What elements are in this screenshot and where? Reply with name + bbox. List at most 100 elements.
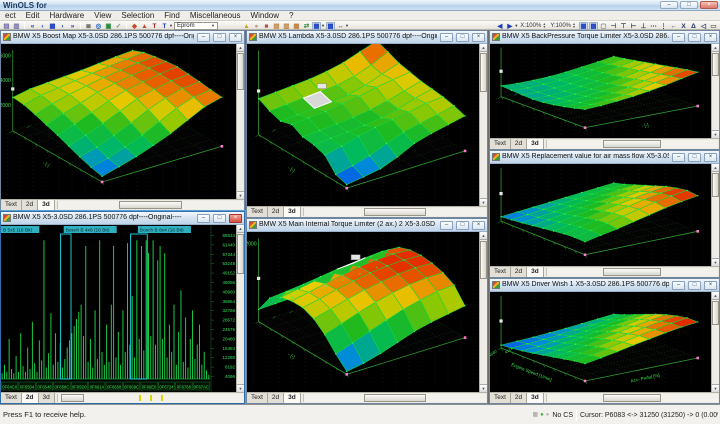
play-back-icon[interactable]: ◁ [699,22,708,30]
boost-map-surface-plot[interactable]: 6000 4000 2000 - [-] [1,44,236,199]
window-titlebar[interactable]: BMW X5 Replacement value for air mass fl… [490,151,719,164]
nav-first-version-icon[interactable]: « [28,22,37,30]
window-titlebar[interactable]: BMW X5 Lambda X5-3.0SD 286.1PS 500776 dp… [247,31,487,44]
menu-item-edit[interactable]: Edit [21,11,45,20]
menu-item-miscellaneous[interactable]: Miscellaneous [185,11,246,20]
nav-last-version-icon[interactable]: » [68,22,77,30]
tab-3d[interactable]: 3d [527,267,544,277]
window-titlebar[interactable]: BMW X5 Driver Wish 1 X5-3.0SD 286.1PS 50… [490,279,719,292]
tab-2d[interactable]: 2d [267,393,285,403]
close-button[interactable]: × [229,32,242,42]
tab-text[interactable]: Text [247,207,268,217]
scrollbar-thumb[interactable] [363,394,426,402]
grid-3d-view-icon[interactable]: ▩ [589,21,598,30]
menu-item-find[interactable]: Find [159,11,185,20]
maximize-button[interactable]: □ [213,213,226,223]
scroll-up-icon[interactable]: ▲ [480,232,487,240]
open-map-icon[interactable]: ◆ [130,22,139,30]
scrollbar-thumb[interactable] [237,234,244,275]
tab-text[interactable]: Text [247,393,268,403]
menu-item-selection[interactable]: Selection [116,11,159,20]
map-list-icon[interactable]: ≣ [84,22,93,30]
scroll-up-icon[interactable]: ▲ [480,44,487,52]
close-button[interactable]: × [700,1,718,9]
menu-item-project[interactable]: ect [0,11,21,20]
map-region-labels[interactable]: B 5x5 (16 Bit) Bosch B 4x6 (16 Bit) Bosch … [1,226,191,234]
horizontal-scrollbar[interactable] [545,268,718,276]
hexdump-window-icon[interactable]: ▤ [2,22,11,30]
tab-text[interactable]: Text [490,139,511,149]
text-mode-icon[interactable]: T [150,22,159,30]
scroll-down-icon[interactable]: ▼ [237,191,244,199]
eprom-selector[interactable]: Eprom ▼ [173,21,218,30]
scroll-up-icon[interactable]: ▲ [712,164,719,172]
scrollbar-thumb[interactable] [712,301,719,325]
tab-3d[interactable]: 3d [527,139,544,149]
vertical-scrollbar[interactable]: ▲ ▼ [236,225,244,392]
vertical-scrollbar[interactable]: ▲ ▼ [479,44,487,206]
next-map-icon[interactable]: ▶ [505,22,514,30]
vertical-scrollbar[interactable]: ▲ ▼ [711,164,719,266]
scrollbar-thumb[interactable] [480,241,487,280]
menu-item-hardware[interactable]: Hardware [44,11,89,20]
backpressure-limiter-surface-plot[interactable]: - [-] [490,44,711,138]
tab-2d[interactable]: 2d [510,139,528,149]
tab-3d[interactable]: 3d [527,393,544,403]
window-titlebar[interactable]: BMW X5 BackPressure Torque Limiter X5-3.… [490,31,719,44]
horizontal-scrollbar[interactable] [56,201,243,209]
tab-3d[interactable]: 3d [38,200,55,210]
spinner-icon[interactable]: ▲ ▼ [571,22,577,29]
minimize-button[interactable]: – [440,220,453,230]
vertical-scrollbar[interactable]: ▲ ▼ [479,232,487,392]
horizontal-scrollbar[interactable] [302,394,486,402]
align-left-icon[interactable]: ⊣ [609,22,618,30]
sync-connect-icon[interactable]: ⇄ [302,22,311,30]
distribute-v-icon[interactable]: ⋮ [659,22,668,30]
distribute-h-icon[interactable]: ⋯ [649,22,658,30]
tab-2d[interactable]: 2d [267,207,285,217]
project-properties-icon[interactable]: ▥ [12,22,21,30]
y-zoom-control[interactable]: Y:100% ▲ ▼ [550,22,577,29]
preview-pane-icon[interactable]: ▢ [599,22,608,30]
scroll-down-icon[interactable]: ▼ [480,198,487,206]
app-titlebar[interactable]: WinOLS for – □ × [0,0,720,11]
minimize-button[interactable]: – [197,213,210,223]
scrollbar-thumb[interactable] [603,140,662,148]
vertical-scrollbar[interactable]: ▲ ▼ [236,44,244,199]
user-icon[interactable]: ● [252,22,261,30]
tab-2d[interactable]: 2d [21,393,39,403]
scroll-down-icon[interactable]: ▼ [712,384,719,392]
scrollbar-thumb[interactable] [603,268,662,276]
airmass-replacement-surface-plot[interactable] [490,164,711,266]
maximize-button[interactable]: □ [456,32,469,42]
scroll-up-icon[interactable]: ▲ [237,44,244,52]
maximize-button[interactable]: □ [680,1,698,9]
maximize-button[interactable]: □ [688,152,701,162]
maximize-button[interactable]: □ [688,280,701,290]
nav-next-version-icon[interactable]: › [58,22,67,30]
maximize-button[interactable]: □ [213,32,226,42]
maps-pack-3d-icon[interactable]: ▥ [282,22,291,30]
scroll-down-icon[interactable]: ▼ [480,384,487,392]
tab-3d[interactable]: 3d [284,207,301,217]
spinner-icon[interactable]: ▲ ▼ [541,22,547,29]
tab-text[interactable]: Text [490,267,511,277]
align-right-icon[interactable]: ⊢ [629,22,638,30]
tile-windows-icon[interactable]: ▦ [48,22,57,30]
tab-3d[interactable]: 3d [284,393,301,403]
scrollbar-thumb[interactable] [363,208,426,216]
chevron-down-icon[interactable]: ▼ [514,23,518,28]
tab-text[interactable]: Text [1,200,22,210]
view-mode-dropdown[interactable]: T [160,22,169,30]
tab-2d[interactable]: 2d [510,393,528,403]
minimize-button[interactable]: – [440,32,453,42]
origin-icon[interactable]: ▭ [709,22,718,30]
nav-prev-version-icon[interactable]: ‹ [38,22,47,30]
close-button[interactable]: × [704,152,717,162]
align-bottom-icon[interactable]: ⊥ [639,22,648,30]
window-titlebar[interactable]: BMW X5 X5-3.0SD 286.1PS 500776 dpf----Or… [1,212,244,225]
tab-text[interactable]: Text [490,393,511,403]
chevron-down-icon[interactable]: ▼ [169,23,173,28]
lambda-surface-plot[interactable]: - [-] [247,44,479,206]
overview-hex-hex-plot[interactable]: B 5x5 (16 Bit) Bosch B 4x6 (16 Bit) Bosch … [1,225,236,392]
